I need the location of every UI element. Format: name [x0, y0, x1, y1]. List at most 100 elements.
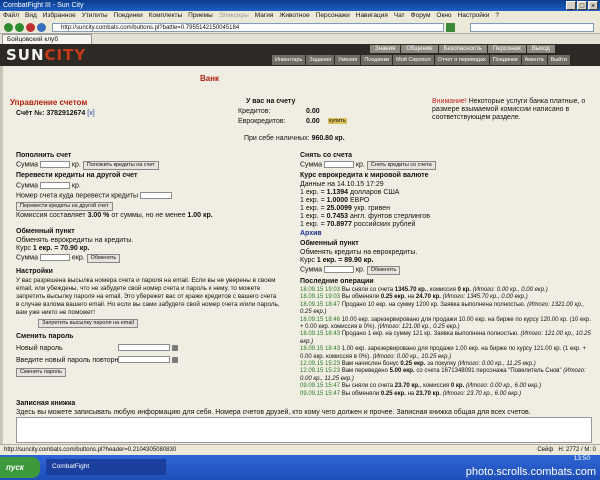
exchange2-button[interactable]: Обменять [366, 266, 401, 276]
window-title: CombatFight III - Sun City [3, 2, 84, 9]
menu-item-nav[interactable]: Навигация [356, 11, 388, 21]
transfer-amount-input[interactable] [39, 182, 70, 189]
nav-bar: http://suncity.combats.com/buttons.pl?ba… [0, 21, 600, 34]
menu-item-help[interactable]: ? [495, 11, 499, 21]
rates-archive-link[interactable]: Архив [300, 230, 322, 237]
list-item: 18.09.15 18:43 1.00 екр. зарезервировано… [300, 346, 587, 360]
transfer-title: Перевести кредиты на другой счет [16, 172, 138, 179]
menu-item-sets[interactable]: Комплекты [149, 11, 182, 21]
forward-icon[interactable] [15, 23, 24, 32]
exchange2-title: Обменный пункт [300, 240, 359, 247]
deposit-amount-input[interactable] [39, 161, 70, 168]
exchange1-button[interactable]: Обменять [86, 254, 121, 264]
transfer-button[interactable]: Перевести кредиты на другой счет [16, 202, 113, 211]
minimize-button[interactable]: _ [566, 1, 576, 10]
watermark: photo.scrolls.combats.com [465, 466, 596, 478]
settings-title: Настройки [16, 268, 53, 275]
stop-icon[interactable] [26, 23, 35, 32]
password-title: Сменить пароль [16, 333, 74, 340]
balance-panel: У вас на счету Кредитов: 0.00 Еврокредит… [238, 98, 347, 125]
menu-item-fights[interactable]: Поединки [114, 11, 143, 21]
header-sub-quests[interactable]: Задания [306, 55, 335, 65]
keyboard-icon[interactable] [171, 356, 178, 363]
header-sub-logout[interactable]: Выйти [547, 55, 570, 65]
header-sub-skills[interactable]: Умения [335, 55, 361, 65]
menu-item-elixirs: Эликсиры [218, 12, 249, 19]
transfer-account-input[interactable] [139, 192, 172, 199]
repeat-password-input[interactable] [118, 356, 170, 363]
address-input[interactable]: http://suncity.combats.com/buttons.pl?ba… [52, 23, 444, 32]
list-item: 12.09.15 15:23 Вам начислен бонус 0.25 е… [300, 361, 536, 368]
header-sub-inventory[interactable]: Инвентарь [272, 55, 306, 65]
header-link-security[interactable]: Безопасность [438, 45, 487, 53]
list-item: 18.09.15 18:47 Продано 10 екр. на сумму … [300, 301, 585, 316]
menu-item-utils[interactable]: Утилиты [82, 11, 108, 21]
header-sub-amenta[interactable]: Амента [521, 55, 547, 65]
menu-item-favorites[interactable]: Избранное [43, 11, 76, 21]
disable-email-button[interactable]: Запретить высылку пароля на email [38, 319, 138, 328]
menu-item-chars[interactable]: Персонажи [316, 11, 350, 21]
list-item: 12.09.15 15:23 Вам переведено 5.00 екр. … [300, 368, 586, 382]
settings-text: У вас разрешена высылка номера счета и п… [16, 277, 280, 316]
withdraw-amount-input[interactable] [323, 161, 354, 168]
menu-item-forum[interactable]: Форум [411, 11, 431, 21]
taskbar: пуск CombatFight 13:50 photo.scrolls.com… [0, 455, 600, 480]
rate-uah: 1 екр. = 25.0099 укр. гривен [300, 205, 390, 212]
list-item: 18.09.15 18:43 Продано 1 екр. на сумму 1… [300, 331, 591, 345]
header-sub-fights2[interactable]: Поединки [489, 55, 521, 65]
exchange2-amount-input[interactable] [323, 266, 354, 273]
rate-rub: 1 екр. = 70.8977 российских рублей [300, 221, 416, 228]
header-sub-transfers[interactable]: Отчет о переводах [434, 55, 489, 65]
deposit-button[interactable]: Положить кредиты на счет [82, 161, 159, 171]
exchange2-rate: 1 екр. = 89.90 кр. [316, 257, 374, 264]
rates-date: Данные на 14.10.15 17:29 [300, 181, 384, 188]
status-bar: http://suncity.combats.com/buttons.pl?he… [0, 444, 600, 455]
notebook-textarea[interactable] [16, 417, 592, 443]
transfer-target-row: Номер счета куда перевести кредиты [16, 192, 172, 199]
header-sub-mysiropol[interactable]: Мой Сиропол [393, 55, 434, 65]
account-close-link[interactable]: [x] [87, 110, 94, 117]
menu-item-file[interactable]: Файл [3, 11, 19, 21]
rate-usd: 1 екр. = 1.1394 долларов США [300, 189, 400, 196]
taskbar-item-combatfight[interactable]: CombatFight [46, 459, 166, 475]
credits-value: 0.00 [306, 108, 320, 115]
new-password-input[interactable] [118, 344, 170, 351]
start-button[interactable]: пуск [0, 457, 40, 478]
header-sub-fights[interactable]: Поединки [361, 55, 393, 65]
header-link-social[interactable]: Общение [401, 45, 438, 53]
header-link-exit[interactable]: Выход [526, 45, 555, 53]
page-title: Bанк [200, 74, 220, 83]
back-icon[interactable] [4, 23, 13, 32]
exchange1-amount-input[interactable] [39, 254, 70, 261]
cash-line: При себе наличных: 960.80 кр. [244, 135, 345, 142]
menu-item-pet[interactable]: Животное [279, 11, 309, 21]
menu-item-chat[interactable]: Чат [394, 11, 405, 21]
change-password-button[interactable]: Сменить пароль [16, 368, 66, 377]
account-number-line: Счёт №: 3782912674 [x] [16, 110, 95, 117]
keyboard-icon[interactable] [171, 344, 178, 351]
close-button[interactable]: × [588, 1, 598, 10]
menu-item-window[interactable]: Окно [436, 11, 451, 21]
menu-bar: Файл Вид Избранное Утилиты Поединки Комп… [0, 11, 600, 21]
buy-euro-button[interactable]: купить [328, 118, 347, 124]
menu-item-settings[interactable]: Настройки [458, 11, 490, 21]
menu-item-magic[interactable]: Магия [255, 11, 274, 21]
withdraw-row: Сумма кр. Снять кредиты со счета [300, 161, 436, 171]
header-link-knowledge[interactable]: Знания [370, 45, 401, 53]
go-icon[interactable] [446, 23, 455, 32]
safe-label: Сейф [537, 447, 554, 453]
rate-gbp: 1 екр. = 0.7453 англ. фунтов стерлингов [300, 213, 430, 220]
suncity-logo: SUNCITY [6, 46, 87, 64]
search-input[interactable] [470, 23, 594, 32]
list-item: 18.09.15 18:46 10.00 екр. зарезервирован… [300, 316, 591, 331]
menu-item-tricks[interactable]: Приемы [188, 11, 213, 21]
header-link-character[interactable]: Персонаж [487, 45, 526, 53]
transfer-fee: Комиссия составляет 3.00 % от суммы, но … [16, 212, 213, 219]
withdraw-button[interactable]: Снять кредиты со счета [366, 161, 436, 171]
ops-title: Последние операции [300, 278, 374, 285]
counter: Н: 2772 / М: 0 [558, 447, 596, 453]
maximize-button[interactable]: □ [577, 1, 587, 10]
tab-fight-club[interactable]: Бойцовский клуб [2, 34, 92, 44]
menu-item-view[interactable]: Вид [25, 11, 37, 21]
refresh-icon[interactable] [37, 23, 46, 32]
